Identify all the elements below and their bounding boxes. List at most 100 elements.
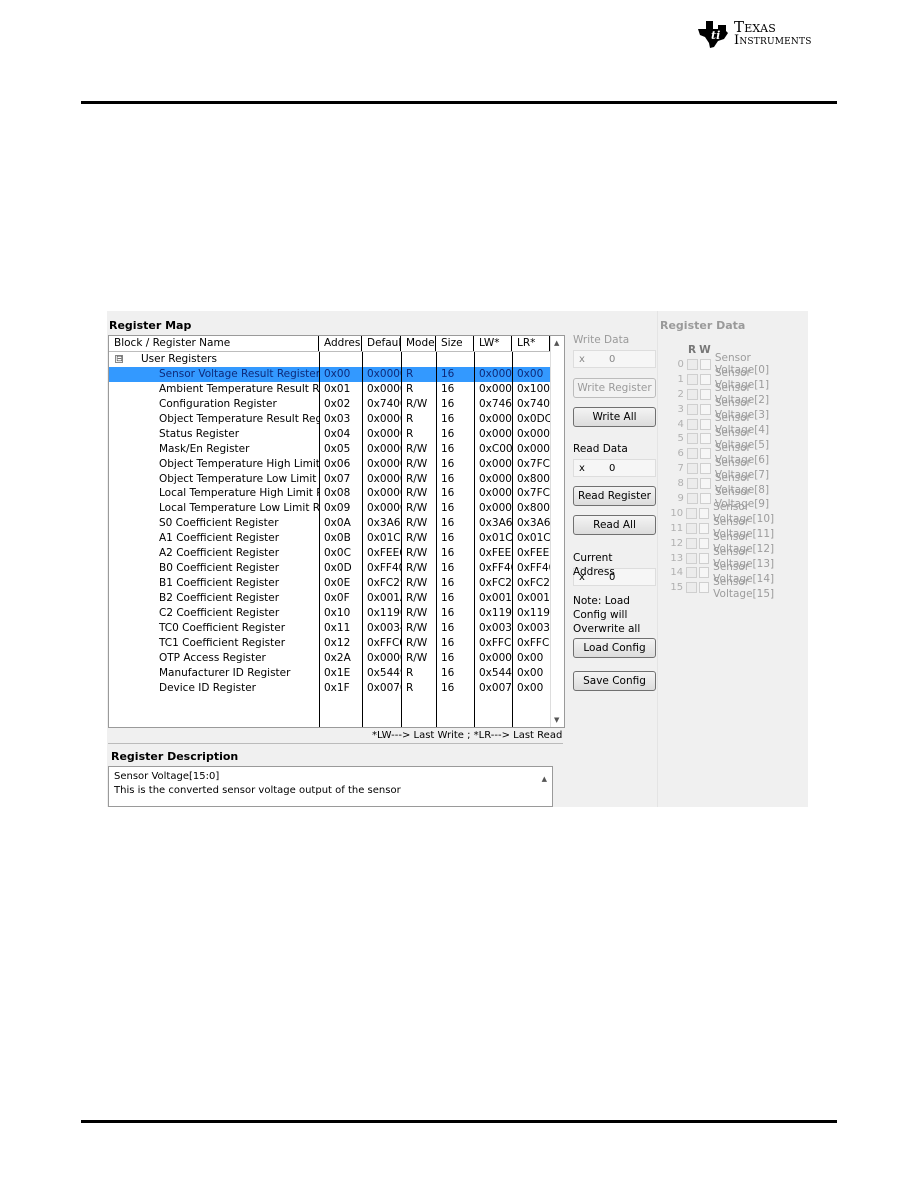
- table-row[interactable]: Sensor Voltage Result Register 0x00 0x0000…: [109, 366, 564, 382]
- col-header-lw[interactable]: LW*: [474, 336, 512, 351]
- table-row[interactable]: Local Temperature High Limit R 0x08 0x0000…: [109, 486, 564, 501]
- table-row[interactable]: A1 Coefficient Register 0x0B 0x01CB R/W 16 0x…: [109, 531, 564, 546]
- col-header-address[interactable]: Addres: [319, 336, 362, 351]
- cell-address: 0x11: [324, 621, 351, 634]
- register-description-box[interactable]: Sensor Voltage[15:0] This is the convert…: [108, 766, 553, 807]
- cell-mode: R/W: [406, 547, 428, 560]
- write-bit-checkbox[interactable]: [699, 478, 711, 490]
- table-row[interactable]: Status Register 0x04 0x0000 R 16 0x0000 0x0000: [109, 427, 564, 442]
- scroll-down-icon[interactable]: ▼: [554, 716, 559, 724]
- table-row[interactable]: B2 Coefficient Register 0x0F 0x001A R/W 16 0x…: [109, 591, 564, 606]
- read-bit-checkbox[interactable]: [686, 373, 698, 385]
- write-bit-checkbox[interactable]: [699, 463, 711, 475]
- table-row[interactable]: OTP Access Register 0x2A 0x0000 R/W 16 0x0000…: [109, 651, 564, 666]
- table-row[interactable]: Manufacturer ID Register 0x1E 0x5449 R 16 0x5…: [109, 666, 564, 681]
- cell-name: Ambient Temperature Result Re: [159, 382, 319, 395]
- write-bit-checkbox[interactable]: [699, 433, 711, 445]
- read-bit-checkbox[interactable]: [686, 448, 698, 460]
- write-bit-checkbox[interactable]: [699, 418, 711, 430]
- read-bit-checkbox[interactable]: [686, 492, 698, 504]
- save-config-button[interactable]: Save Config: [573, 671, 656, 691]
- write-bit-checkbox[interactable]: [698, 507, 710, 519]
- scroll-up-icon[interactable]: ▲: [542, 772, 547, 786]
- read-bit-checkbox[interactable]: [686, 358, 698, 370]
- read-bit-checkbox[interactable]: [686, 522, 697, 534]
- table-row[interactable]: B1 Coefficient Register 0x0E 0xFC29 R/W 16 0x…: [109, 576, 564, 591]
- r-column-label: R: [688, 344, 700, 356]
- write-all-button[interactable]: Write All: [573, 407, 656, 427]
- cell-size: 16: [441, 666, 455, 679]
- read-bit-checkbox[interactable]: [686, 552, 697, 564]
- table-row[interactable]: Local Temperature Low Limit Re 0x09 0x0000…: [109, 501, 564, 516]
- scroll-up-icon[interactable]: ▲: [554, 339, 559, 347]
- read-all-button[interactable]: Read All: [573, 515, 656, 535]
- write-bit-checkbox[interactable]: [698, 522, 710, 534]
- cell-default: 0x0000: [367, 412, 401, 425]
- read-data-value: 0: [609, 462, 616, 474]
- table-row[interactable]: S0 Coefficient Register 0x0A 0x3A69 R/W 16 0x…: [109, 516, 564, 531]
- write-bit-checkbox[interactable]: [698, 537, 710, 549]
- w-column-label: W: [699, 344, 714, 356]
- table-row[interactable]: A2 Coefficient Register 0x0C 0xFEE6 R/W 16 0x…: [109, 546, 564, 561]
- table-row[interactable]: TC1 Coefficient Register 0x12 0xFFC0 R/W 16 0…: [109, 636, 564, 651]
- cell-mode: R: [406, 666, 414, 679]
- write-bit-checkbox[interactable]: [699, 358, 711, 370]
- col-header-name[interactable]: Block / Register Name: [109, 336, 319, 351]
- register-map-title: Register Map: [109, 319, 192, 332]
- write-bit-checkbox[interactable]: [699, 492, 711, 504]
- table-row[interactable]: TC0 Coefficient Register 0x11 0x0034 R/W 16 0…: [109, 621, 564, 636]
- read-bit-checkbox[interactable]: [686, 478, 698, 490]
- write-bit-checkbox[interactable]: [699, 373, 711, 385]
- col-header-lr[interactable]: LR*: [512, 336, 550, 351]
- cell-lw: 0x5449: [479, 666, 512, 679]
- cell-lr: 0x7FC0: [517, 487, 550, 500]
- cell-address: 0x0F: [324, 592, 350, 604]
- read-bit-checkbox[interactable]: [686, 567, 697, 579]
- read-register-button[interactable]: Read Register: [573, 486, 656, 506]
- cell-lw: 0x1190: [479, 606, 512, 619]
- column-divider: [512, 352, 513, 727]
- write-bit-checkbox[interactable]: [698, 582, 710, 594]
- read-data-field[interactable]: x 0: [573, 459, 656, 477]
- write-bit-checkbox[interactable]: [698, 552, 710, 564]
- cell-lw: 0xC000: [479, 442, 512, 455]
- bit-name: Sensor Voltage[15]: [713, 575, 775, 600]
- read-bit-checkbox[interactable]: [686, 433, 698, 445]
- current-address-field[interactable]: x 0: [573, 568, 656, 586]
- table-row[interactable]: Object Temperature Low Limit R 0x07 0x0000…: [109, 472, 564, 487]
- write-bit-checkbox[interactable]: [699, 403, 711, 415]
- write-register-button[interactable]: Write Register: [573, 378, 656, 398]
- table-scrollbar[interactable]: ▲ ▼: [550, 336, 564, 727]
- table-row[interactable]: Device ID Register 0x1F 0x0070 R 16 0x0070 0x0…: [109, 681, 564, 696]
- col-header-size[interactable]: Size: [436, 336, 474, 351]
- table-row[interactable]: Configuration Register 0x02 0x7400 R/W 16 0x7…: [109, 397, 564, 412]
- table-row[interactable]: B0 Coefficient Register 0x0D 0xFF40 R/W 16 0x…: [109, 561, 564, 576]
- cell-size: 16: [441, 606, 455, 619]
- table-row[interactable]: Object Temperature High Limit 0x06 0x0000 R…: [109, 457, 564, 472]
- table-row[interactable]: Object Temperature Result Regis 0x03 0x000…: [109, 412, 564, 427]
- cell-size: 16: [441, 427, 455, 440]
- cell-size: 16: [441, 397, 455, 410]
- read-bit-checkbox[interactable]: [686, 418, 698, 430]
- write-bit-checkbox[interactable]: [699, 448, 711, 460]
- col-header-mode[interactable]: Mode: [401, 336, 436, 351]
- cell-name: Device ID Register: [159, 681, 256, 694]
- read-bit-checkbox[interactable]: [686, 582, 697, 594]
- read-bit-checkbox[interactable]: [686, 403, 698, 415]
- write-data-field[interactable]: x 0: [573, 350, 656, 368]
- read-bit-checkbox[interactable]: [686, 388, 698, 400]
- table-row[interactable]: Mask/En Register 0x05 0x0000 R/W 16 0xC000 0x0…: [109, 442, 564, 457]
- read-bit-checkbox[interactable]: [686, 507, 697, 519]
- read-bit-checkbox[interactable]: [686, 463, 698, 475]
- col-header-default[interactable]: Defaul: [362, 336, 401, 351]
- read-bit-checkbox[interactable]: [686, 537, 697, 549]
- cell-name: TC1 Coefficient Register: [159, 636, 286, 649]
- table-row[interactable]: Ambient Temperature Result Re 0x01 0x0000 R…: [109, 382, 564, 397]
- cell-default: 0x0000: [367, 367, 401, 380]
- write-bit-checkbox[interactable]: [698, 567, 710, 579]
- load-config-button[interactable]: Load Config: [573, 638, 656, 658]
- tree-group-user-registers[interactable]: ⊟ User Registers: [109, 352, 564, 367]
- collapse-icon[interactable]: ⊟: [115, 355, 123, 363]
- table-row[interactable]: C2 Coefficient Register 0x10 0x1190 R/W 16 0x…: [109, 606, 564, 621]
- write-bit-checkbox[interactable]: [699, 388, 711, 400]
